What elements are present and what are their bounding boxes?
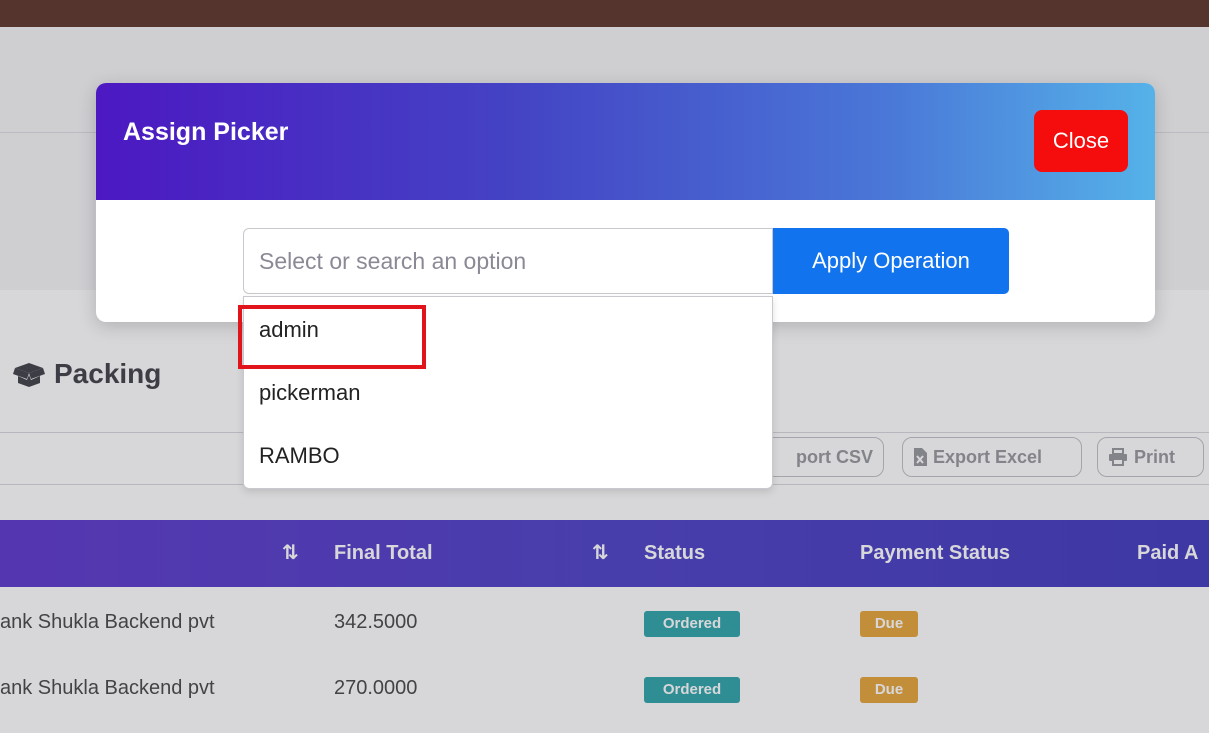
option-pickerman[interactable]: pickerman [244,363,772,423]
apply-operation-button[interactable]: Apply Operation [773,228,1009,294]
close-button[interactable]: Close [1034,110,1128,172]
highlight-box [238,305,426,369]
picker-select-input[interactable]: Select or search an option [243,228,773,294]
top-bar [0,0,1209,27]
option-rambo[interactable]: RAMBO [244,426,772,486]
modal-title: Assign Picker [123,118,289,146]
modal-header: Assign Picker Close [96,83,1155,200]
